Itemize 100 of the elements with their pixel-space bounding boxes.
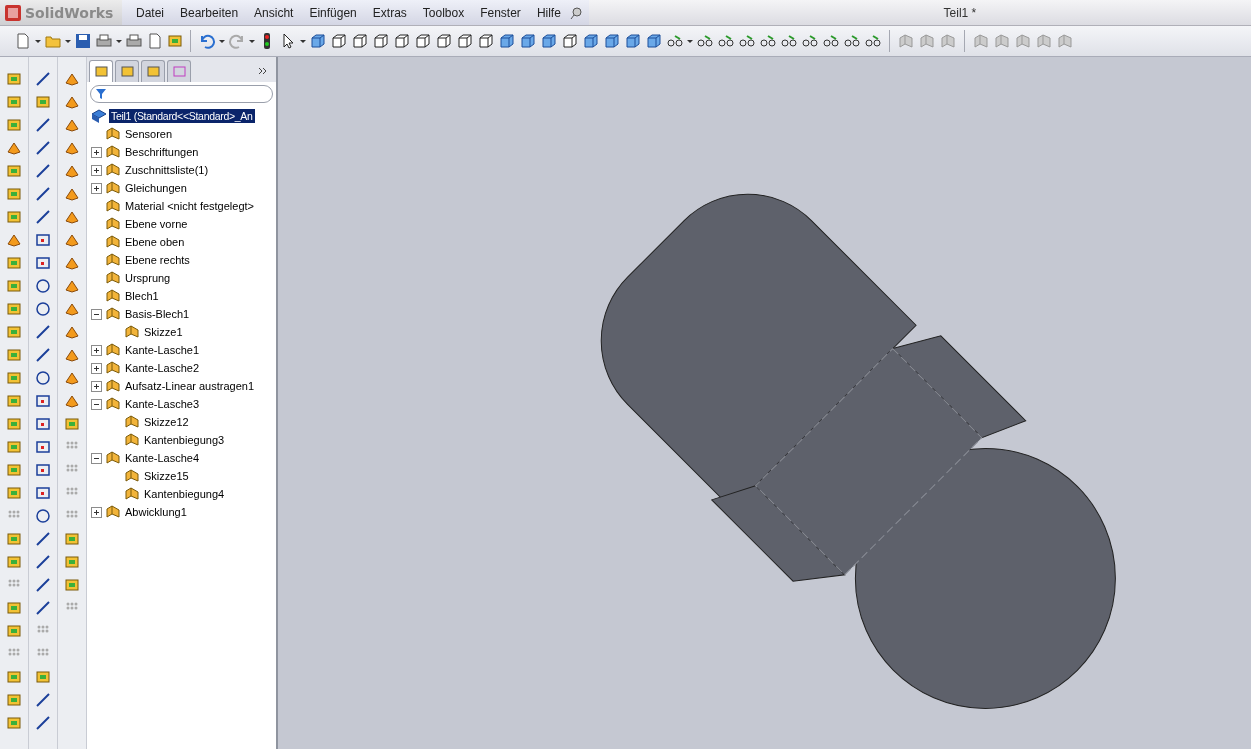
cube-icon[interactable] bbox=[372, 32, 390, 50]
tree-item[interactable]: Beschriftungen bbox=[123, 145, 201, 159]
box-icon[interactable] bbox=[6, 531, 22, 547]
rectangle-icon[interactable] bbox=[35, 255, 51, 271]
box-icon[interactable] bbox=[6, 485, 22, 501]
box-icon[interactable] bbox=[64, 554, 80, 570]
tree-item[interactable]: Kantenbiegung3 bbox=[142, 433, 227, 447]
menu-item[interactable]: Fenster bbox=[472, 5, 529, 20]
box-icon[interactable] bbox=[6, 623, 22, 639]
expand-toggle[interactable] bbox=[91, 164, 102, 176]
cube-icon[interactable] bbox=[540, 32, 558, 50]
document-icon[interactable] bbox=[146, 32, 164, 50]
box-icon[interactable] bbox=[6, 554, 22, 570]
cube-icon[interactable] bbox=[624, 32, 642, 50]
rectangle-icon[interactable] bbox=[35, 416, 51, 432]
expand-toggle[interactable] bbox=[91, 506, 102, 518]
box-icon[interactable] bbox=[35, 669, 51, 685]
box-icon[interactable] bbox=[6, 370, 22, 386]
expand-toggle[interactable] bbox=[91, 344, 102, 356]
collapse-toggle[interactable] bbox=[91, 398, 102, 410]
glasses-icon[interactable] bbox=[738, 32, 756, 50]
glasses-icon[interactable] bbox=[864, 32, 882, 50]
menu-item[interactable]: Einfügen bbox=[301, 5, 365, 20]
box-icon[interactable] bbox=[6, 117, 22, 133]
line-icon[interactable] bbox=[35, 209, 51, 225]
part-name[interactable]: Teil1 (Standard<<Standard>_An bbox=[109, 109, 255, 123]
collapse-toggle[interactable] bbox=[91, 308, 102, 320]
line-icon[interactable] bbox=[35, 163, 51, 179]
menu-item[interactable]: Toolbox bbox=[414, 5, 473, 20]
glasses-icon[interactable] bbox=[717, 32, 735, 50]
glasses-icon[interactable] bbox=[696, 32, 714, 50]
glasses-icon[interactable] bbox=[759, 32, 777, 50]
rectangle-icon[interactable] bbox=[35, 462, 51, 478]
glasses-icon[interactable] bbox=[780, 32, 798, 50]
tree-item[interactable]: Ebene oben bbox=[123, 235, 187, 249]
circle-icon[interactable] bbox=[35, 508, 51, 524]
box-icon[interactable] bbox=[6, 71, 22, 87]
box-icon[interactable] bbox=[6, 301, 22, 317]
line-icon[interactable] bbox=[35, 140, 51, 156]
expand-toggle[interactable] bbox=[91, 380, 102, 392]
pin-icon[interactable] bbox=[568, 5, 583, 20]
menu-item[interactable]: Ansicht bbox=[246, 5, 302, 20]
glasses-icon[interactable] bbox=[822, 32, 840, 50]
cube-icon[interactable] bbox=[414, 32, 432, 50]
line-icon[interactable] bbox=[35, 117, 51, 133]
cube-icon[interactable] bbox=[351, 32, 369, 50]
tree-item[interactable]: Skizze15 bbox=[142, 469, 191, 483]
cube-icon[interactable] bbox=[603, 32, 621, 50]
cube-icon[interactable] bbox=[519, 32, 537, 50]
tree-item[interactable]: Blech1 bbox=[123, 289, 161, 303]
tree-item[interactable]: Kante-Lasche4 bbox=[123, 451, 201, 465]
cube-icon[interactable] bbox=[330, 32, 348, 50]
menu-item[interactable]: Bearbeiten bbox=[172, 5, 247, 20]
box-icon[interactable] bbox=[6, 186, 22, 202]
box-icon[interactable] bbox=[6, 163, 22, 179]
box-icon[interactable] bbox=[35, 94, 51, 110]
box-icon[interactable] bbox=[6, 209, 22, 225]
tree-item[interactable]: Kante-Lasche1 bbox=[123, 343, 201, 357]
tree-item[interactable]: Kante-Lasche3 bbox=[123, 397, 201, 411]
box-icon[interactable] bbox=[6, 255, 22, 271]
tree-item[interactable]: Gleichungen bbox=[123, 181, 189, 195]
tree-item[interactable]: Skizze12 bbox=[142, 415, 191, 429]
box-icon[interactable] bbox=[64, 416, 80, 432]
tree-item[interactable]: Material <nicht festgelegt> bbox=[123, 199, 257, 213]
undo-icon[interactable] bbox=[198, 32, 216, 50]
tree-item[interactable]: Sensoren bbox=[123, 127, 175, 141]
glasses-icon[interactable] bbox=[666, 32, 684, 50]
printer-icon[interactable] bbox=[125, 32, 143, 50]
circle-icon[interactable] bbox=[35, 370, 51, 386]
rectangle-icon[interactable] bbox=[35, 393, 51, 409]
box-icon[interactable] bbox=[6, 393, 22, 409]
cube-icon[interactable] bbox=[477, 32, 495, 50]
tree-item[interactable]: Skizze1 bbox=[142, 325, 185, 339]
tree-item[interactable]: Zuschnittsliste(1) bbox=[123, 163, 211, 177]
circle-icon[interactable] bbox=[35, 301, 51, 317]
line-icon[interactable] bbox=[35, 347, 51, 363]
glasses-icon[interactable] bbox=[843, 32, 861, 50]
cube-icon[interactable] bbox=[435, 32, 453, 50]
box-icon[interactable] bbox=[6, 669, 22, 685]
cube-icon[interactable] bbox=[309, 32, 327, 50]
rectangle-icon[interactable] bbox=[35, 485, 51, 501]
line-icon[interactable] bbox=[35, 531, 51, 547]
tree-item[interactable]: Aufsatz-Linear austragen1 bbox=[123, 379, 257, 393]
tree-item[interactable]: Ebene rechts bbox=[123, 253, 192, 267]
box-icon[interactable] bbox=[6, 324, 22, 340]
line-icon[interactable] bbox=[35, 71, 51, 87]
glasses-icon[interactable] bbox=[801, 32, 819, 50]
cube-icon[interactable] bbox=[393, 32, 411, 50]
printer-icon[interactable] bbox=[95, 32, 113, 50]
tree-item[interactable]: Kante-Lasche2 bbox=[123, 361, 201, 375]
box-icon[interactable] bbox=[6, 462, 22, 478]
tree-item[interactable]: Basis-Blech1 bbox=[123, 307, 192, 321]
box-icon[interactable] bbox=[6, 692, 22, 708]
tree-item[interactable]: Ursprung bbox=[123, 271, 173, 285]
box-icon[interactable] bbox=[6, 715, 22, 731]
box-icon[interactable] bbox=[6, 278, 22, 294]
line-icon[interactable] bbox=[35, 600, 51, 616]
box-icon[interactable] bbox=[6, 439, 22, 455]
line-icon[interactable] bbox=[35, 186, 51, 202]
line-icon[interactable] bbox=[35, 577, 51, 593]
